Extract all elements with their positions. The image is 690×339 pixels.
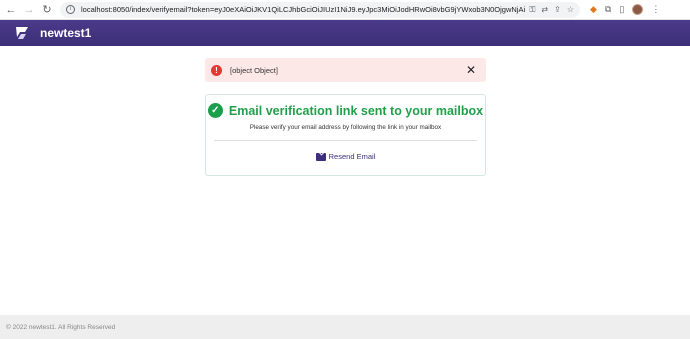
sidebar-icon[interactable]: ▯ — [619, 4, 624, 15]
reload-icon[interactable]: ↻ — [40, 3, 54, 17]
card-title: Email verification link sent to your mai… — [228, 103, 484, 118]
card-subtitle: Please verify your email address by foll… — [249, 124, 442, 131]
verification-card: ✓ Email verification link sent to your m… — [205, 94, 486, 176]
check-circle-icon: ✓ — [207, 103, 223, 118]
error-icon: ! — [211, 64, 222, 76]
app-header: newtest1 — [0, 20, 690, 46]
browser-toolbar: ← → ↻ i localhost:8050/index/verifyemail… — [0, 0, 690, 20]
url-text[interactable]: localhost:8050/index/verifyemail?token=e… — [81, 5, 525, 14]
share-icon[interactable]: ⇪ — [554, 5, 561, 14]
resend-email-label[interactable]: Resend Email — [329, 152, 376, 161]
error-alert: ! [object Object] ✕ — [205, 58, 486, 82]
site-info-icon[interactable]: i — [66, 5, 75, 14]
key-icon[interactable]: ⚿ — [529, 5, 535, 15]
app-logo-icon[interactable] — [14, 25, 32, 41]
extensions-puzzle-icon[interactable]: ⧉ — [605, 4, 611, 15]
bookmark-star-icon[interactable]: ☆ — [567, 5, 574, 14]
envelope-icon — [315, 152, 326, 161]
profile-avatar[interactable] — [632, 4, 644, 15]
app-title[interactable]: newtest1 — [40, 26, 91, 40]
resend-email-button[interactable]: Resend Email — [206, 152, 485, 161]
forward-arrow-icon[interactable]: → — [22, 3, 36, 17]
alert-message: [object Object] — [230, 65, 278, 75]
translate-icon[interactable]: ⇄ — [541, 5, 548, 14]
page-footer: © 2022 newtest1. All Rights Reserved — [0, 315, 690, 339]
copyright-text: © 2022 newtest1. All Rights Reserved — [6, 323, 116, 331]
back-arrow-icon[interactable]: ← — [4, 3, 18, 17]
address-bar[interactable]: i localhost:8050/index/verifyemail?token… — [60, 1, 580, 18]
close-icon[interactable]: ✕ — [466, 64, 476, 76]
divider — [214, 140, 477, 141]
metamask-extension-icon[interactable]: ◆ — [590, 4, 597, 15]
browser-menu-icon[interactable]: ⋮ — [651, 4, 660, 15]
